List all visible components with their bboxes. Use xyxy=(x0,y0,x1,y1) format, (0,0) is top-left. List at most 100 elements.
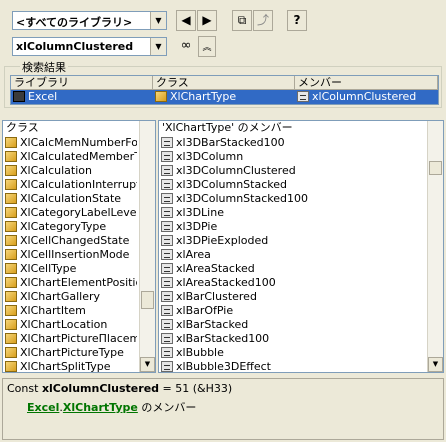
collapse-results-button[interactable]: ︽ xyxy=(198,36,216,57)
member-list-item[interactable]: xl3DBarStacked100 xyxy=(161,136,425,150)
class-name: XlChartLocation xyxy=(20,318,108,331)
member-name: xl3DLine xyxy=(176,206,224,219)
scroll-down-button[interactable]: ▼ xyxy=(140,357,155,372)
class-name: XlChartPictureType xyxy=(20,346,124,359)
class-list-item[interactable]: XlCellChangedState xyxy=(5,234,137,248)
member-list-item[interactable]: xl3DLine xyxy=(161,206,425,220)
member-list-item[interactable]: xl3DColumnStacked xyxy=(161,178,425,192)
class-link[interactable]: XlChartType xyxy=(63,401,138,414)
chevron-up-icon: ︽ xyxy=(202,43,212,53)
class-list-item[interactable]: XlCalculationState xyxy=(5,192,137,206)
members-scrollbar[interactable]: ▼ xyxy=(427,121,443,372)
binoculars-icon: ∞ xyxy=(180,38,192,53)
class-list-item[interactable]: XlCategoryLabelLevel xyxy=(5,206,137,220)
member-name: xlAreaStacked xyxy=(176,262,255,275)
member-icon xyxy=(161,305,173,316)
class-icon xyxy=(5,235,17,246)
class-icon xyxy=(5,193,17,204)
scroll-thumb[interactable] xyxy=(141,291,154,309)
member-name: xlBarClustered xyxy=(176,290,257,303)
classes-scrollbar[interactable]: ▼ xyxy=(139,121,155,372)
class-name: XlCategoryType xyxy=(20,220,107,233)
member-list-item[interactable]: xl3DColumnClustered xyxy=(161,164,425,178)
class-list-item[interactable]: XlCalcMemNumberFor xyxy=(5,136,137,150)
class-icon xyxy=(5,207,17,218)
member-name: xl3DPieExploded xyxy=(176,234,269,247)
member-icon xyxy=(297,91,309,102)
member-list-item[interactable]: xlBarStacked xyxy=(161,318,425,332)
member-list-item[interactable]: xl3DColumnStacked100 xyxy=(161,192,425,206)
class-list-item[interactable]: XlChartLocation xyxy=(5,318,137,332)
member-list-item[interactable]: xl3DPie xyxy=(161,220,425,234)
class-list-item[interactable]: XlChartSplitType xyxy=(5,360,137,372)
class-list-item[interactable]: XlCalculation xyxy=(5,164,137,178)
help-button[interactable]: ? xyxy=(287,10,307,31)
class-list-item[interactable]: XlChartItem xyxy=(5,304,137,318)
column-header-member[interactable]: メンバー xyxy=(295,76,438,90)
column-header-class[interactable]: クラス xyxy=(153,76,295,90)
class-icon xyxy=(5,319,17,330)
class-name: XlCalcMemNumberFor xyxy=(20,136,137,149)
members-list[interactable]: 'XlChartType' のメンバー xl3DBarStacked100 xl3… xyxy=(158,120,444,373)
member-icon xyxy=(161,249,173,260)
column-header-library[interactable]: ライブラリ xyxy=(11,76,153,90)
chevron-down-icon[interactable]: ▼ xyxy=(150,38,166,55)
class-list-item[interactable]: XlCalculatedMemberT xyxy=(5,150,137,164)
member-list-item[interactable]: xlBarOfPie xyxy=(161,304,425,318)
chevron-down-icon[interactable]: ▼ xyxy=(150,12,166,29)
library-link[interactable]: Excel xyxy=(27,401,59,414)
member-name: xlArea xyxy=(176,248,211,261)
class-list-item[interactable]: XlChartElementPositic xyxy=(5,276,137,290)
library-combo[interactable]: <すべてのライブラリ> ▼ xyxy=(12,11,167,30)
class-list-item[interactable]: XlCellInsertionMode xyxy=(5,248,137,262)
member-list-item[interactable]: xlAreaStacked xyxy=(161,262,425,276)
details-declaration: Const xlColumnClustered = 51 (&H33) xyxy=(7,382,232,395)
class-list-item[interactable]: XlChartPictureПlacem xyxy=(5,332,137,346)
member-icon xyxy=(161,333,173,344)
members-header: 'XlChartType' のメンバー xyxy=(159,121,427,135)
class-list-item[interactable]: XlCellType xyxy=(5,262,137,276)
member-list-item[interactable]: xlArea xyxy=(161,248,425,262)
search-button[interactable]: ∞ xyxy=(176,36,196,57)
member-name: xlAreaStacked100 xyxy=(176,276,276,289)
const-name: xlColumnClustered xyxy=(41,382,160,395)
class-name: XlChartGallery xyxy=(20,290,100,303)
class-name: XlCalculation xyxy=(20,164,92,177)
class-list-item[interactable]: XlChartPictureType xyxy=(5,346,137,360)
search-results-list[interactable]: ライブラリ クラス メンバー Excel XlChartType xlColum… xyxy=(10,75,439,105)
nav-back-button[interactable]: ◀ xyxy=(176,10,196,31)
member-suffix: のメンバー xyxy=(137,401,197,414)
view-definition-button[interactable]: ⤴ xyxy=(253,10,273,31)
class-list-item[interactable]: XlCategoryType xyxy=(5,220,137,234)
class-icon xyxy=(5,305,17,316)
view-definition-icon: ⤴ xyxy=(256,13,269,27)
member-icon xyxy=(161,319,173,330)
classes-list[interactable]: クラス XlCalcMemNumberFor XlCalculatedMember… xyxy=(2,120,156,373)
class-list-item[interactable]: XlChartGallery xyxy=(5,290,137,304)
member-icon xyxy=(161,277,173,288)
member-list-item[interactable]: xlBarClustered xyxy=(161,290,425,304)
search-combo[interactable]: xlColumnClustered ▼ xyxy=(12,37,167,56)
nav-forward-button[interactable]: ▶ xyxy=(197,10,217,31)
details-pane: Const xlColumnClustered = 51 (&H33) Exce… xyxy=(2,378,444,440)
member-list-item[interactable]: xlBubble xyxy=(161,346,425,360)
member-icon xyxy=(161,207,173,218)
member-icon xyxy=(161,291,173,302)
search-result-row[interactable]: Excel XlChartType xlColumnClustered xyxy=(11,90,438,104)
class-name: XlCellType xyxy=(20,262,77,275)
member-list-item[interactable]: xl3DPieExploded xyxy=(161,234,425,248)
member-icon xyxy=(161,165,173,176)
class-icon xyxy=(5,221,17,232)
class-icon xyxy=(5,361,17,372)
copy-button[interactable]: ⧉ xyxy=(232,10,252,31)
member-list-item[interactable]: xl3DColumn xyxy=(161,150,425,164)
member-list-item[interactable]: xlBarStacked100 xyxy=(161,332,425,346)
member-list-item[interactable]: xlBubble3DEffect xyxy=(161,360,425,372)
member-list-item[interactable]: xlAreaStacked100 xyxy=(161,276,425,290)
class-list-item[interactable]: XlCalculationInterrupt xyxy=(5,178,137,192)
scroll-down-button[interactable]: ▼ xyxy=(428,357,443,372)
scroll-thumb[interactable] xyxy=(429,161,442,175)
member-name: xl3DColumnStacked100 xyxy=(176,192,308,205)
arrow-right-icon: ▶ xyxy=(202,13,212,27)
member-name: xl3DColumnClustered xyxy=(176,164,296,177)
